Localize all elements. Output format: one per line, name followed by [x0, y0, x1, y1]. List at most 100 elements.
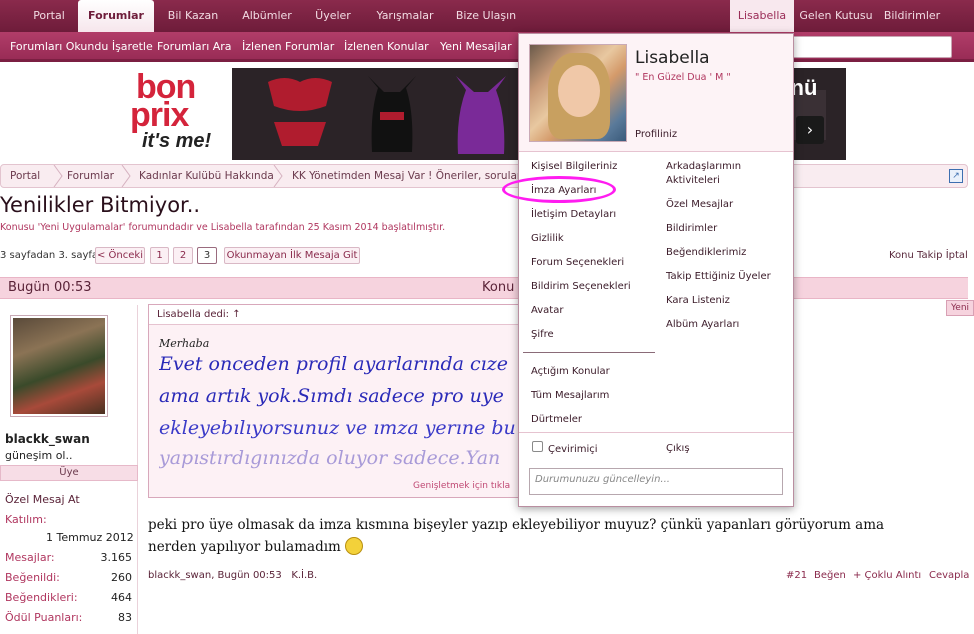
subnav-watched-forums[interactable]: İzlenen Forumlar — [242, 32, 334, 62]
nav-tab-bil-kazan[interactable]: Bil Kazan — [160, 0, 226, 32]
unread-jump-button[interactable]: Okunmayan İlk Mesaja Git — [224, 247, 360, 264]
avatar[interactable] — [10, 315, 108, 417]
search-input[interactable] — [790, 36, 952, 58]
subnav-watched-threads[interactable]: İzlenen Konular — [344, 32, 429, 62]
jump-to-icon[interactable]: ↗ — [949, 169, 963, 183]
page-title: Yenilikler Bitmiyor.. — [0, 193, 201, 217]
menu-pokes[interactable]: Dürtmeler — [531, 413, 582, 427]
breadcrumb-separator-icon — [121, 165, 131, 187]
menu-forum-options[interactable]: Forum Seçenekleri — [531, 256, 624, 270]
send-pm-link[interactable]: Özel Mesaj At — [5, 493, 80, 506]
avatar-face — [558, 65, 600, 117]
breadcrumb: Portal Forumlar Kadınlar Kulübü Hakkında… — [0, 164, 968, 188]
menu-alert-options[interactable]: Bildirim Seçenekleri — [531, 280, 631, 294]
nav-tab-bize-ulasin[interactable]: Bize Ulaşın — [450, 0, 522, 32]
page-2-button[interactable]: 2 — [173, 247, 193, 264]
post-header-title: Konu — [482, 280, 515, 295]
menu-personal-details[interactable]: Kişisel Bilgileriniz — [531, 160, 617, 174]
nav-tab-albumler[interactable]: Albümler — [236, 0, 298, 32]
post-header: Bugün 00:53 Konu — [0, 277, 968, 299]
menu-password[interactable]: Şifre — [531, 328, 554, 342]
breadcrumb-forumlar[interactable]: Forumlar — [67, 165, 114, 187]
quote-line: ama artık yok.Sımdı sadece pro uye — [159, 385, 504, 407]
breadcrumb-portal[interactable]: Portal — [10, 165, 40, 187]
nav-tab-user[interactable]: Lisabella — [730, 0, 794, 32]
nav-tab-yarismalar[interactable]: Yarışmalar — [368, 0, 442, 32]
menu-private-messages[interactable]: Özel Mesajlar — [666, 198, 733, 212]
post-number[interactable]: #21 — [786, 570, 807, 581]
subnav-search-forums[interactable]: Forumları Ara — [157, 32, 232, 62]
menu-signature[interactable]: İmza Ayarları — [531, 184, 596, 198]
like-button[interactable]: Beğen — [814, 570, 846, 581]
menu-privacy[interactable]: Gizlilik — [531, 232, 564, 246]
bonprix-logo[interactable]: bon prix it's me! — [122, 68, 228, 158]
user-rank-badge: Üye — [0, 465, 138, 481]
menu-divider — [519, 432, 793, 433]
user-joined-row: Katılım: — [5, 513, 47, 526]
page-3-button[interactable]: 3 — [197, 247, 217, 264]
thread-description: Konusu 'Yeni Uygulamalar' forumundadır v… — [0, 222, 446, 233]
nav-tab-forumlar[interactable]: Forumlar — [78, 0, 154, 32]
username[interactable]: blackk_swan — [5, 432, 90, 446]
nav-tab-notifications[interactable]: Bildirimler — [878, 0, 946, 32]
user-stat-points: Ödül Puanları: 83 — [5, 611, 132, 624]
breadcrumb-subforum[interactable]: KK Yönetimden Mesaj Var ! Öneriler, soru… — [292, 165, 518, 187]
menu-friends-activity[interactable]: Arkadaşlarımın Aktiviteleri — [666, 160, 786, 188]
post-date: Bugün 00:53 — [8, 280, 92, 295]
report-link[interactable]: K.İ.B. — [291, 570, 317, 581]
expand-quote-link[interactable]: Genişletmek için tıkla — [413, 481, 510, 491]
subnav-new-posts[interactable]: Yeni Mesajlar — [440, 32, 512, 62]
menu-contact-details[interactable]: İletişim Detayları — [531, 208, 616, 222]
quote-line: yapıstırdıgınızda oluyor sadece.Yan — [159, 447, 501, 469]
invisible-label[interactable]: Çevirimiçi — [548, 443, 598, 457]
menu-ignore-list[interactable]: Kara Listeniz — [666, 294, 730, 308]
status-update-input[interactable]: Durumunuzu güncelleyin... — [529, 468, 783, 495]
user-title: güneşim ol.. — [5, 449, 73, 462]
menu-likes[interactable]: Beğendiklerimiz — [666, 246, 746, 260]
quote-line: Evet onceden profil ayarlarında cıze — [159, 353, 509, 375]
confused-smiley-icon — [344, 537, 363, 555]
menu-my-threads[interactable]: Açtığım Konular — [531, 365, 610, 379]
nav-tab-uyeler[interactable]: Üyeler — [308, 0, 358, 32]
chevron-right-icon[interactable]: › — [796, 116, 824, 144]
user-account-menu: Lisabella " En Güzel Dua ' M " Profilini… — [518, 33, 794, 507]
breadcrumb-forum[interactable]: Kadınlar Kulübü Hakkında — [139, 165, 274, 187]
quote-greeting: Merhaba — [159, 337, 210, 350]
prev-page-button[interactable]: < Önceki — [95, 247, 145, 264]
breadcrumb-separator-icon — [273, 165, 283, 187]
page-1-button[interactable]: 1 — [150, 247, 169, 264]
user-menu-profile-link[interactable]: Profiliniz — [635, 129, 677, 140]
unfollow-thread-link[interactable]: Konu Takip İptal — [889, 250, 968, 261]
menu-following[interactable]: Takip Ettiğiniz Üyeler — [666, 270, 771, 284]
reply-button[interactable]: Cevapla — [929, 570, 969, 581]
user-joined-date: 1 Temmuz 2012 — [46, 531, 134, 544]
user-menu-avatar[interactable] — [529, 44, 627, 142]
menu-alerts[interactable]: Bildirimler — [666, 222, 717, 236]
nav-tab-inbox[interactable]: Gelen Kutusu — [798, 0, 874, 32]
menu-divider — [523, 352, 655, 353]
post-meta: blackk_swan, Bugün 00:53 K.İ.B. — [148, 570, 317, 581]
top-navigation: Portal Forumlar Bil Kazan Albümler Üyele… — [0, 0, 974, 32]
post-message: peki pro üye olmasak da imza kısmına biş… — [148, 517, 885, 555]
multiquote-button[interactable]: + Çoklu Alıntı — [853, 570, 921, 581]
menu-avatar[interactable]: Avatar — [531, 304, 563, 318]
user-menu-header: Lisabella " En Güzel Dua ' M " Profilini… — [519, 34, 793, 152]
user-stat-liked: Beğenildi: 260 — [5, 571, 132, 584]
user-menu-status: " En Güzel Dua ' M " — [635, 72, 731, 83]
invisible-checkbox[interactable] — [532, 441, 543, 452]
page-info: 3 sayfadan 3. sayfa — [0, 250, 99, 261]
avatar-image — [13, 318, 105, 414]
user-stat-messages: Mesajlar: 3.165 — [5, 551, 132, 564]
menu-my-posts[interactable]: Tüm Mesajlarım — [531, 389, 609, 403]
user-menu-name[interactable]: Lisabella — [635, 48, 710, 68]
breadcrumb-separator-icon — [53, 165, 63, 187]
subnav-mark-read[interactable]: Forumları Okundu İşaretle — [10, 32, 153, 62]
user-stat-likes-given: Beğendikleri: 464 — [5, 591, 132, 604]
nav-tab-portal[interactable]: Portal — [22, 0, 76, 32]
post-author-date[interactable]: blackk_swan, Bugün 00:53 — [148, 570, 282, 581]
logout-link[interactable]: Çıkış — [666, 442, 690, 456]
menu-album-settings[interactable]: Albüm Ayarları — [666, 318, 739, 332]
quote-line: ekleyebılıyorsunuz ve ımza yerıne bu — [159, 417, 516, 439]
lingerie-image — [268, 76, 506, 154]
new-reply-tab[interactable]: Yeni — [946, 300, 974, 316]
